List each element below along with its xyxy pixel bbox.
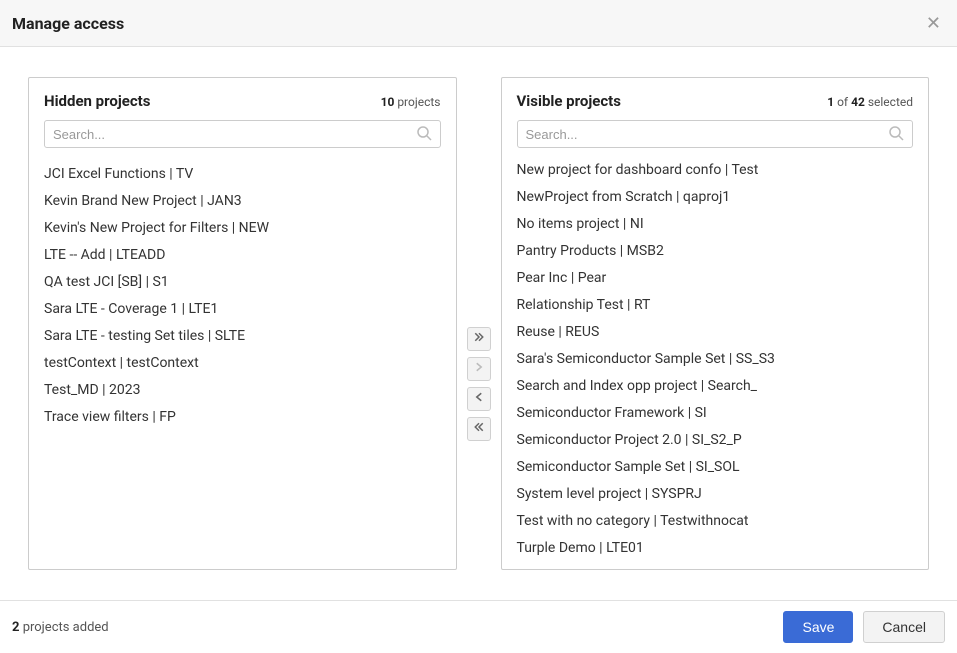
list-item[interactable]: LTE -- Add | LTEADD	[29, 241, 456, 268]
visible-count-total: 42	[851, 95, 865, 109]
modal-body: Hidden projects 10 projects JCI Excel Fu…	[0, 47, 957, 600]
chevron-right-icon	[473, 361, 485, 376]
save-button[interactable]: Save	[783, 611, 853, 643]
list-item[interactable]: System level project | SYSPRJ	[502, 480, 929, 507]
hidden-count-number: 10	[381, 95, 395, 109]
hidden-search-wrap	[29, 120, 456, 158]
list-item[interactable]: Semiconductor Project 2.0 | SI_S2_P	[502, 426, 929, 453]
list-item[interactable]: Reuse | REUS	[502, 318, 929, 345]
list-item[interactable]: Trace view filters | FP	[29, 403, 456, 430]
chevron-left-icon	[473, 391, 485, 406]
hidden-projects-panel: Hidden projects 10 projects JCI Excel Fu…	[28, 77, 457, 570]
move-all-right-button[interactable]	[467, 327, 491, 351]
hidden-panel-count: 10 projects	[381, 95, 441, 109]
hidden-panel-header: Hidden projects 10 projects	[29, 78, 456, 120]
list-item[interactable]: Sara LTE - Coverage 1 | LTE1	[29, 295, 456, 322]
footer-status-label: projects added	[19, 620, 108, 635]
hidden-panel-title: Hidden projects	[44, 92, 150, 110]
list-item[interactable]: Semiconductor Framework | SI	[502, 399, 929, 426]
list-item[interactable]: JCI Excel Functions | TV	[29, 160, 456, 187]
chevron-double-right-icon	[473, 331, 485, 346]
list-item[interactable]: Sara LTE - testing Set tiles | SLTE	[29, 322, 456, 349]
list-item[interactable]: No items project | NI	[502, 210, 929, 237]
modal-header: Manage access ✕	[0, 0, 957, 47]
list-item[interactable]: Semiconductor Sample Set | SI_SOL	[502, 453, 929, 480]
list-item[interactable]: Search and Index opp project | Search_	[502, 372, 929, 399]
list-item[interactable]: Relationship Test | RT	[502, 291, 929, 318]
visible-count-of: of	[834, 95, 851, 109]
move-all-left-button[interactable]	[467, 417, 491, 441]
list-item[interactable]: Kevin Brand New Project | JAN3	[29, 187, 456, 214]
visible-search-wrap	[502, 120, 929, 158]
list-item[interactable]: testContext | testContext	[29, 349, 456, 376]
move-right-button[interactable]	[467, 357, 491, 381]
list-item[interactable]: QA test JCI [SB] | S1	[29, 268, 456, 295]
close-button[interactable]: ✕	[922, 10, 945, 36]
visible-panel-header: Visible projects 1 of 42 selected	[502, 78, 929, 120]
list-item[interactable]: Pantry Products | MSB2	[502, 237, 929, 264]
move-left-button[interactable]	[467, 387, 491, 411]
modal-title: Manage access	[12, 14, 124, 33]
list-item[interactable]: New project for dashboard confo | Test	[502, 158, 929, 183]
visible-panel-count: 1 of 42 selected	[827, 95, 913, 109]
list-item[interactable]: Sara's Semiconductor Sample Set | SS_S3	[502, 345, 929, 372]
visible-projects-list[interactable]: New project for dashboard confo | TestNe…	[502, 158, 929, 569]
list-item[interactable]: Test with no category | Testwithnocat	[502, 507, 929, 534]
visible-panel-title: Visible projects	[517, 92, 621, 110]
list-item[interactable]: Pear Inc | Pear	[502, 264, 929, 291]
visible-projects-panel: Visible projects 1 of 42 selected New pr…	[501, 77, 930, 570]
hidden-search-input[interactable]	[44, 120, 441, 148]
transfer-controls	[467, 77, 491, 570]
visible-search-input[interactable]	[517, 120, 914, 148]
hidden-count-label: projects	[394, 95, 440, 109]
list-item[interactable]: Kevin's New Project for Filters | NEW	[29, 214, 456, 241]
modal-footer: 2 projects added Save Cancel	[0, 600, 957, 653]
list-item[interactable]: Test_MD | 2023	[29, 376, 456, 403]
footer-actions: Save Cancel	[783, 611, 945, 643]
list-item[interactable]: NewProject from Scratch | qaproj1	[502, 183, 929, 210]
chevron-double-left-icon	[473, 421, 485, 436]
footer-status: 2 projects added	[12, 620, 109, 635]
cancel-button[interactable]: Cancel	[863, 611, 945, 643]
list-item[interactable]: Turple Demo | LTE01	[502, 534, 929, 561]
visible-count-label: selected	[865, 95, 913, 109]
close-icon: ✕	[926, 13, 941, 33]
hidden-projects-list[interactable]: JCI Excel Functions | TVKevin Brand New …	[29, 158, 456, 569]
